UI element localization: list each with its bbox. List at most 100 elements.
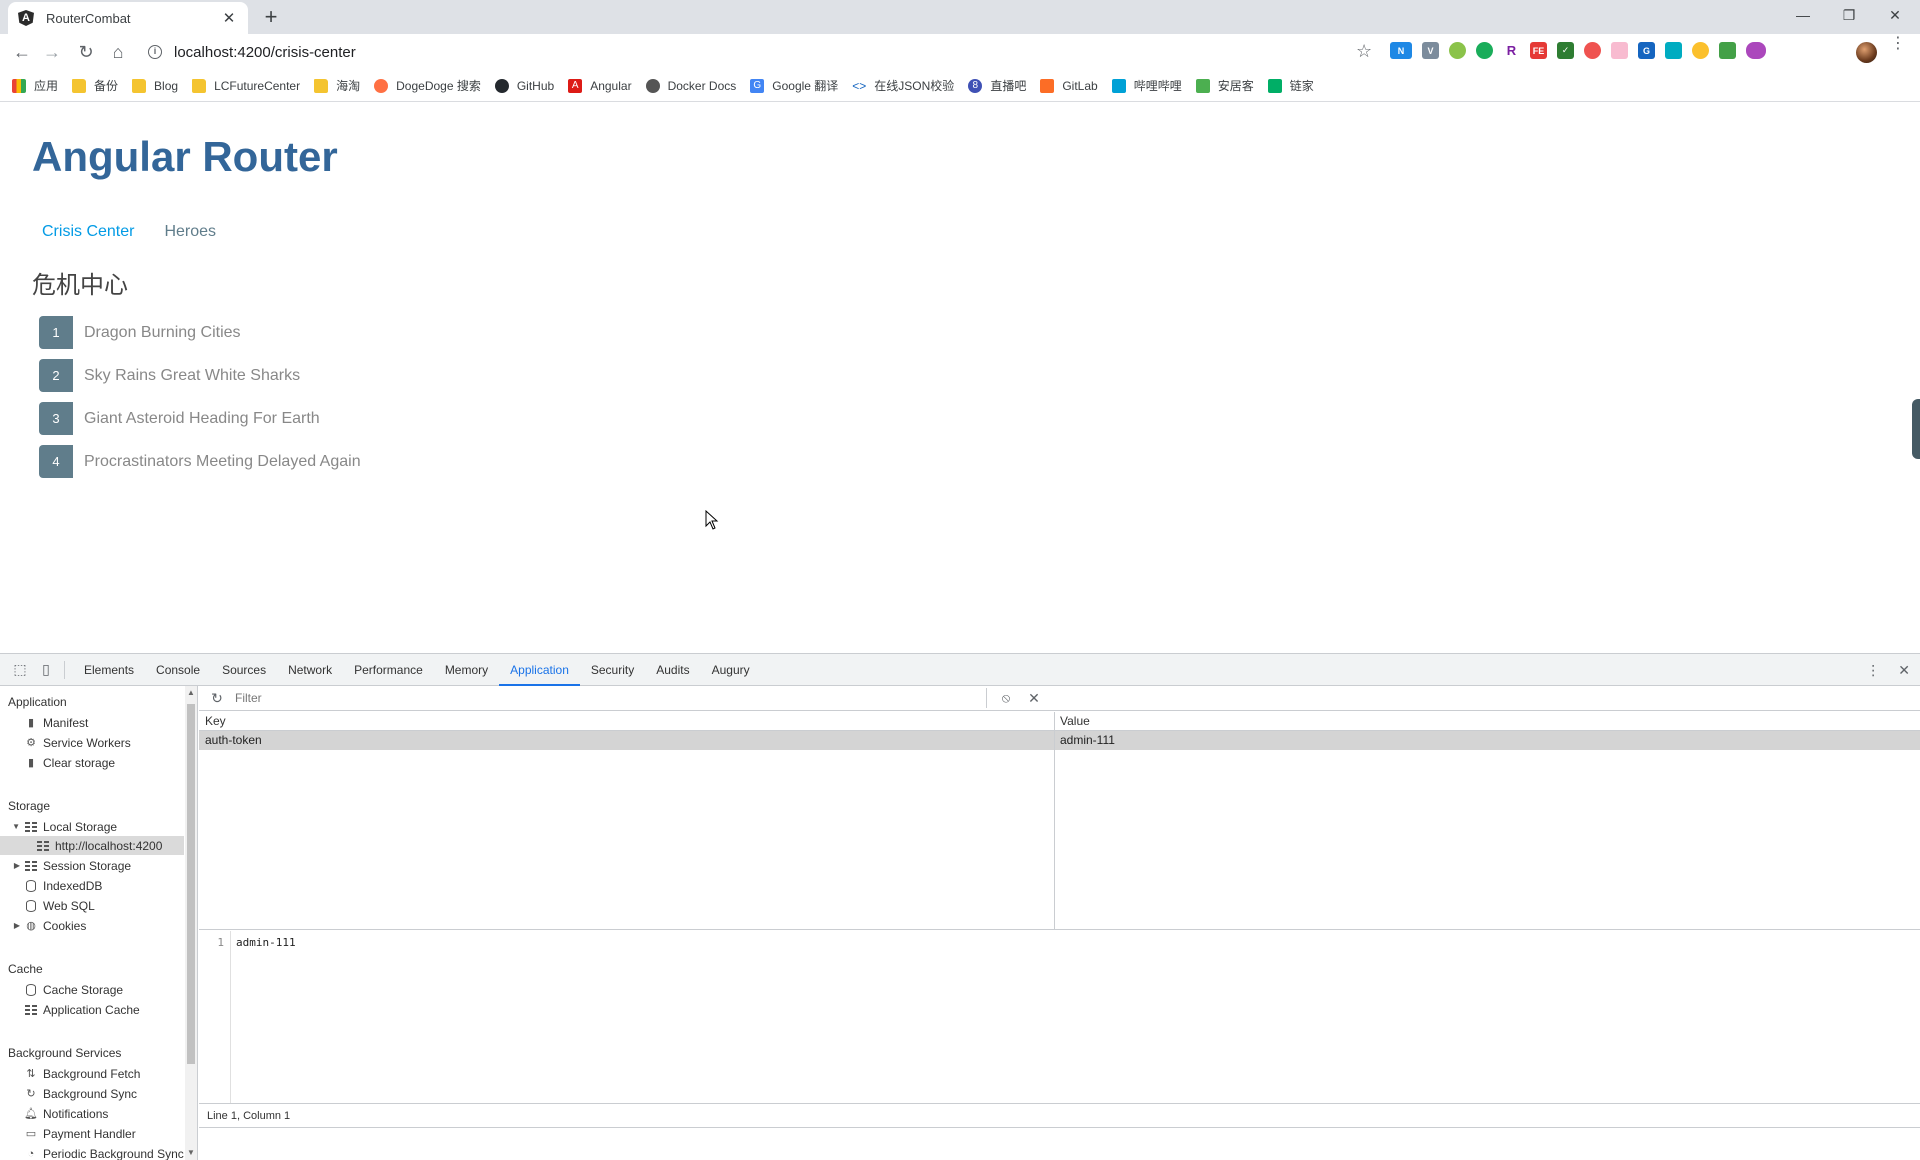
sidebar-item-web-sql[interactable]: Web SQL bbox=[0, 896, 184, 915]
forward-icon[interactable]: → bbox=[40, 40, 64, 64]
side-panel-handle[interactable] bbox=[1912, 399, 1920, 459]
bookmark-link[interactable]: GitHub bbox=[494, 78, 554, 93]
filter-input[interactable] bbox=[235, 688, 987, 708]
nav-link-crisis-center[interactable]: Crisis Center bbox=[32, 218, 144, 246]
bookmark-link[interactable]: 链家 bbox=[1267, 77, 1314, 94]
extension-pill-icon[interactable] bbox=[1746, 42, 1766, 59]
extension-shield-icon[interactable]: ✓ bbox=[1557, 42, 1574, 59]
nav-link-heroes[interactable]: Heroes bbox=[154, 218, 226, 246]
new-tab-button[interactable]: + bbox=[258, 4, 284, 30]
devtools-tab-console[interactable]: Console bbox=[145, 654, 211, 686]
bookmark-star-icon[interactable]: ☆ bbox=[1356, 41, 1372, 62]
bookmark-folder[interactable]: Blog bbox=[132, 78, 178, 93]
column-divider[interactable] bbox=[1054, 712, 1055, 930]
delete-selected-icon[interactable]: ✕ bbox=[1025, 690, 1043, 707]
sidebar-item-payment-handler[interactable]: ▭ Payment Handler bbox=[0, 1124, 184, 1143]
devtools-tab-sources[interactable]: Sources bbox=[211, 654, 277, 686]
table-row[interactable]: auth-token admin-111 bbox=[199, 731, 1920, 750]
crisis-item[interactable]: 1 Dragon Burning Cities bbox=[39, 316, 361, 349]
sidebar-item-session-storage[interactable]: ▶ Session Storage bbox=[0, 856, 184, 875]
scroll-down-icon[interactable]: ▼ bbox=[187, 1148, 195, 1157]
bookmark-folder[interactable]: 海淘 bbox=[314, 77, 360, 94]
column-header-value[interactable]: Value bbox=[1060, 714, 1090, 728]
sidebar-item-local-storage[interactable]: ▼ Local Storage bbox=[0, 817, 184, 836]
devtools-close-icon[interactable]: ✕ bbox=[1898, 662, 1910, 679]
extension-translate-icon[interactable]: G bbox=[1638, 42, 1655, 59]
sidebar-item-application-cache[interactable]: Application Cache bbox=[0, 1000, 184, 1019]
profile-avatar[interactable] bbox=[1856, 42, 1877, 63]
restore-icon[interactable]: ❐ bbox=[1826, 0, 1872, 30]
devtools-tab-audits[interactable]: Audits bbox=[645, 654, 700, 686]
minimize-icon[interactable]: — bbox=[1780, 0, 1826, 30]
reload-icon[interactable]: ↻ bbox=[74, 40, 98, 64]
sidebar-item-cookies[interactable]: ▶ ◍ Cookies bbox=[0, 916, 184, 935]
bookmark-link[interactable]: 哔哩哔哩 bbox=[1111, 77, 1182, 94]
bookmark-apps[interactable]: 应用 bbox=[12, 77, 58, 94]
value-editor[interactable]: 1 admin-111 bbox=[199, 931, 1920, 1103]
sidebar-scrollbar[interactable]: ▲ ▼ bbox=[185, 686, 197, 1160]
column-header-key[interactable]: Key bbox=[205, 714, 226, 728]
bookmark-folder[interactable]: LCFutureCenter bbox=[192, 78, 300, 93]
extension-new-icon[interactable]: N bbox=[1390, 42, 1412, 59]
bookmark-link[interactable]: GitLab bbox=[1040, 78, 1098, 93]
address-bar[interactable]: i localhost:4200/crisis-center bbox=[140, 38, 1380, 66]
collapsed-triangle-icon[interactable]: ▶ bbox=[0, 861, 24, 870]
extension-fe-icon[interactable]: FE bbox=[1530, 42, 1547, 59]
info-icon[interactable]: i bbox=[148, 45, 162, 59]
devtools-tab-security[interactable]: Security bbox=[580, 654, 645, 686]
extension-graph-icon[interactable] bbox=[1584, 42, 1601, 59]
devtools-tab-memory[interactable]: Memory bbox=[434, 654, 499, 686]
collapsed-triangle-icon[interactable]: ▶ bbox=[0, 921, 24, 930]
application-sidebar: Application ▮ Manifest ⚙ Service Workers ▮… bbox=[0, 686, 198, 1160]
devtools-menu-icon[interactable]: ⋮ bbox=[1866, 662, 1880, 679]
back-icon[interactable]: ← bbox=[10, 40, 34, 64]
sidebar-item-local-storage-origin[interactable]: http://localhost:4200 bbox=[0, 836, 184, 855]
scroll-up-icon[interactable]: ▲ bbox=[187, 688, 195, 697]
sidebar-item-indexeddb[interactable]: IndexedDB bbox=[0, 876, 184, 895]
devtools-tab-network[interactable]: Network bbox=[277, 654, 343, 686]
scrollbar-thumb[interactable] bbox=[187, 704, 195, 1064]
bookmark-link[interactable]: G Google 翻译 bbox=[750, 77, 838, 94]
extension-capture-icon[interactable] bbox=[1665, 42, 1682, 59]
extension-green-icon[interactable] bbox=[1449, 42, 1466, 59]
sidebar-item-periodic-background-sync[interactable]: ◔ Periodic Background Sync bbox=[0, 1144, 184, 1160]
bookmark-link[interactable]: 8 直播吧 bbox=[968, 77, 1026, 94]
extension-moon-icon[interactable] bbox=[1692, 42, 1709, 59]
clear-all-icon[interactable]: ⦸ bbox=[997, 690, 1015, 706]
bookmark-link[interactable]: A Angular bbox=[568, 78, 632, 93]
extension-cat-icon[interactable] bbox=[1611, 42, 1628, 59]
extension-vue-icon[interactable]: V bbox=[1422, 42, 1439, 59]
bookmark-link[interactable]: Docker Docs bbox=[645, 78, 736, 93]
close-window-icon[interactable]: ✕ bbox=[1872, 0, 1918, 30]
devtools-tab-augury[interactable]: Augury bbox=[701, 654, 761, 686]
tab-close-icon[interactable]: ✕ bbox=[220, 9, 238, 27]
devtools-tab-application[interactable]: Application bbox=[499, 654, 580, 686]
browser-menu-icon[interactable]: ⋮ bbox=[1890, 36, 1906, 52]
sidebar-item-service-workers[interactable]: ⚙ Service Workers bbox=[0, 733, 184, 752]
sidebar-item-background-sync[interactable]: ↻ Background Sync bbox=[0, 1084, 184, 1103]
bookmark-link[interactable]: 安居客 bbox=[1195, 77, 1254, 94]
extension-leaf-icon[interactable] bbox=[1476, 42, 1493, 59]
sidebar-item-clear-storage[interactable]: ▮ Clear storage bbox=[0, 753, 184, 772]
crisis-item[interactable]: 3 Giant Asteroid Heading For Earth bbox=[39, 402, 361, 435]
refresh-icon[interactable]: ↻ bbox=[207, 690, 227, 707]
sidebar-item-background-fetch[interactable]: ⇅ Background Fetch bbox=[0, 1064, 184, 1083]
devtools-tab-performance[interactable]: Performance bbox=[343, 654, 434, 686]
sidebar-item-notifications[interactable]: 🔔︎ Notifications bbox=[0, 1104, 184, 1123]
crisis-item[interactable]: 4 Procrastinators Meeting Delayed Again bbox=[39, 445, 361, 478]
editor-content[interactable]: admin-111 bbox=[236, 936, 296, 949]
devtools-tab-elements[interactable]: Elements bbox=[73, 654, 145, 686]
extension-r-icon[interactable]: R bbox=[1503, 42, 1520, 59]
extension-android-icon[interactable] bbox=[1719, 42, 1736, 59]
sidebar-item-cache-storage[interactable]: Cache Storage bbox=[0, 980, 184, 999]
sidebar-item-manifest[interactable]: ▮ Manifest bbox=[0, 713, 184, 732]
bookmark-folder[interactable]: 备份 bbox=[72, 77, 118, 94]
bookmark-link[interactable]: DogeDoge 搜索 bbox=[374, 77, 481, 94]
bookmark-link[interactable]: <> 在线JSON校验 bbox=[852, 77, 954, 94]
browser-tab[interactable]: A RouterCombat ✕ bbox=[8, 2, 248, 34]
crisis-item[interactable]: 2 Sky Rains Great White Sharks bbox=[39, 359, 361, 392]
home-icon[interactable]: ⌂ bbox=[106, 40, 130, 64]
expanded-triangle-icon[interactable]: ▼ bbox=[0, 822, 24, 831]
inspect-element-icon[interactable]: ⬚ bbox=[8, 658, 32, 682]
device-toolbar-icon[interactable]: ▯ bbox=[34, 658, 58, 682]
